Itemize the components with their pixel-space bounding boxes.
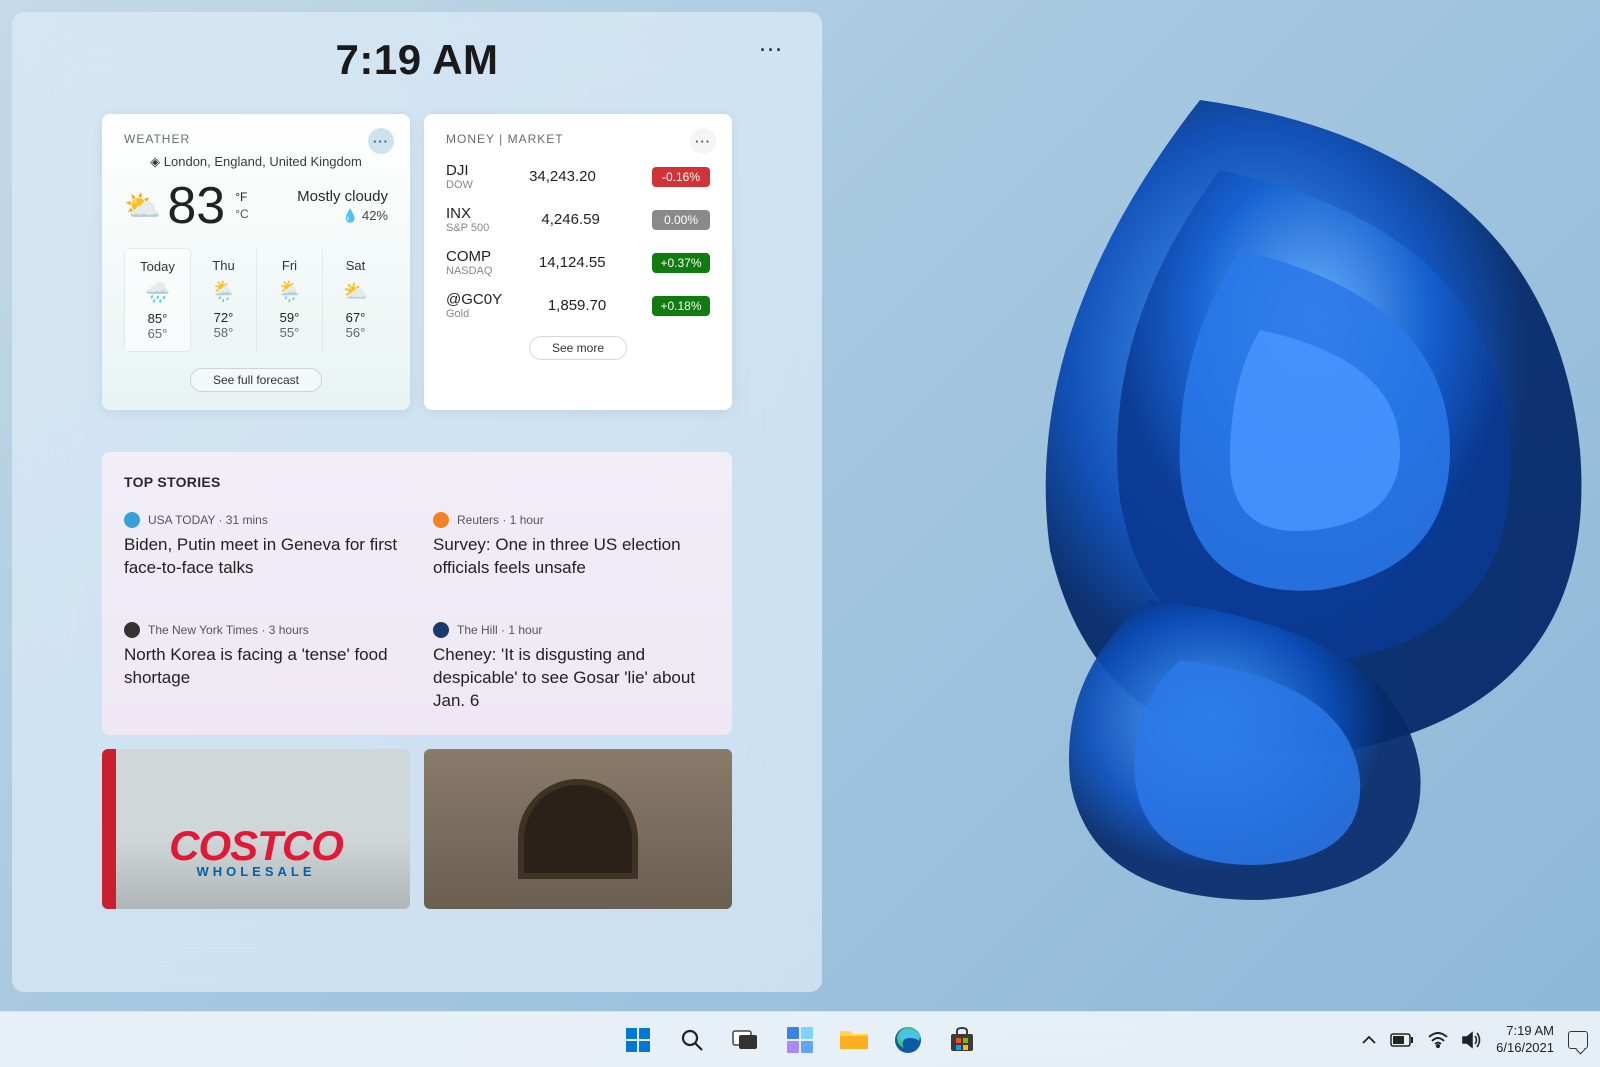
news-image-placeholder bbox=[518, 779, 638, 879]
widgets-button[interactable] bbox=[777, 1017, 823, 1063]
stock-ticker: @GC0Y bbox=[446, 291, 502, 308]
taskbar-clock[interactable]: 7:19 AM 6/16/2021 bbox=[1496, 1023, 1554, 1057]
day-weather-icon: 🌦️ bbox=[257, 279, 322, 304]
notifications-icon[interactable] bbox=[1568, 1031, 1588, 1049]
stock-change: -0.16% bbox=[652, 167, 710, 187]
stock-row[interactable]: COMPNASDAQ 14,124.55 +0.37% bbox=[446, 248, 710, 277]
weather-humidity: 💧 42% bbox=[297, 208, 388, 224]
story-source: Reuters · 1 hour bbox=[457, 513, 544, 527]
story-headline: Survey: One in three US election officia… bbox=[433, 534, 710, 580]
publisher-icon bbox=[124, 512, 140, 528]
news-story[interactable]: Reuters · 1 hour Survey: One in three US… bbox=[433, 512, 710, 580]
forecast-day[interactable]: Sat ⛅ 67° 56° bbox=[323, 248, 388, 352]
top-stories-title: TOP STORIES bbox=[124, 474, 710, 490]
stock-row[interactable]: DJIDOW 34,243.20 -0.16% bbox=[446, 162, 710, 191]
weather-temp: 83 bbox=[167, 176, 225, 236]
stock-price: 14,124.55 bbox=[539, 254, 606, 271]
stock-change: +0.37% bbox=[652, 253, 710, 273]
story-headline: Cheney: 'It is disgusting and despicable… bbox=[433, 644, 710, 713]
money-widget[interactable]: MONEY | MARKET ··· DJIDOW 34,243.20 -0.1… bbox=[424, 114, 732, 410]
stock-ticker: COMP bbox=[446, 248, 492, 265]
news-card-image[interactable]: COSTCO WHOLESALE bbox=[102, 749, 410, 909]
day-label: Fri bbox=[257, 258, 322, 273]
stock-price: 4,246.59 bbox=[541, 211, 599, 228]
money-more-button[interactable]: ··· bbox=[690, 128, 716, 154]
weather-icon: ⛅ bbox=[124, 189, 161, 224]
weather-title: WEATHER bbox=[124, 132, 388, 146]
tray-overflow-icon[interactable] bbox=[1362, 1035, 1376, 1045]
day-label: Thu bbox=[191, 258, 256, 273]
forecast-day[interactable]: Thu 🌦️ 72° 58° bbox=[191, 248, 257, 352]
weather-more-button[interactable]: ··· bbox=[368, 128, 394, 154]
story-headline: Biden, Putin meet in Geneva for first fa… bbox=[124, 534, 401, 580]
day-high: 67° bbox=[323, 310, 388, 325]
forecast-day[interactable]: Today 🌧️ 85° 65° bbox=[124, 248, 191, 352]
stock-change: 0.00% bbox=[652, 210, 710, 230]
weather-location: ◈ London, England, United Kingdom bbox=[124, 154, 388, 170]
day-weather-icon: 🌧️ bbox=[125, 280, 190, 305]
news-story[interactable]: The New York Times · 3 hours North Korea… bbox=[124, 622, 401, 713]
volume-icon[interactable] bbox=[1462, 1031, 1482, 1049]
day-low: 56° bbox=[323, 325, 388, 340]
stock-price: 1,859.70 bbox=[548, 297, 606, 314]
weather-units[interactable]: °F °C bbox=[235, 189, 248, 223]
panel-more-button[interactable]: ··· bbox=[760, 40, 784, 61]
stock-name: S&P 500 bbox=[446, 222, 489, 234]
news-card-image[interactable] bbox=[424, 749, 732, 909]
story-source: USA TODAY · 31 mins bbox=[148, 513, 268, 527]
day-low: 55° bbox=[257, 325, 322, 340]
stock-row[interactable]: INXS&P 500 4,246.59 0.00% bbox=[446, 205, 710, 234]
day-low: 65° bbox=[125, 326, 190, 341]
day-weather-icon: 🌦️ bbox=[191, 279, 256, 304]
publisher-icon bbox=[433, 512, 449, 528]
day-low: 58° bbox=[191, 325, 256, 340]
day-weather-icon: ⛅ bbox=[323, 279, 388, 304]
forecast-day[interactable]: Fri 🌦️ 59° 55° bbox=[257, 248, 323, 352]
news-story[interactable]: The Hill · 1 hour Cheney: 'It is disgust… bbox=[433, 622, 710, 713]
stock-name: Gold bbox=[446, 308, 502, 320]
stock-row[interactable]: @GC0YGold 1,859.70 +0.18% bbox=[446, 291, 710, 320]
day-high: 59° bbox=[257, 310, 322, 325]
store-button[interactable] bbox=[939, 1017, 985, 1063]
day-high: 72° bbox=[191, 310, 256, 325]
stock-price: 34,243.20 bbox=[529, 168, 596, 185]
news-story[interactable]: USA TODAY · 31 mins Biden, Putin meet in… bbox=[124, 512, 401, 580]
publisher-icon bbox=[433, 622, 449, 638]
panel-clock: 7:19 AM bbox=[36, 36, 798, 84]
taskbar-tray: 7:19 AM 6/16/2021 bbox=[1362, 1012, 1588, 1067]
taskbar-center bbox=[615, 1017, 985, 1063]
see-more-stocks-button[interactable]: See more bbox=[529, 336, 627, 360]
top-stories-widget[interactable]: TOP STORIES USA TODAY · 31 mins Biden, P… bbox=[102, 452, 732, 735]
wallpaper-bloom bbox=[700, 50, 1600, 950]
wifi-icon[interactable] bbox=[1428, 1032, 1448, 1048]
day-label: Sat bbox=[323, 258, 388, 273]
story-source: The Hill · 1 hour bbox=[457, 623, 542, 637]
see-full-forecast-button[interactable]: See full forecast bbox=[190, 368, 322, 392]
taskbar-date: 6/16/2021 bbox=[1496, 1040, 1554, 1057]
costco-sub-text: WHOLESALE bbox=[102, 864, 410, 879]
widgets-panel: ··· 7:19 AM WEATHER ··· ◈ London, Englan… bbox=[12, 12, 822, 992]
story-source: The New York Times · 3 hours bbox=[148, 623, 309, 637]
stock-name: NASDAQ bbox=[446, 265, 492, 277]
file-explorer-button[interactable] bbox=[831, 1017, 877, 1063]
stock-name: DOW bbox=[446, 179, 473, 191]
edge-button[interactable] bbox=[885, 1017, 931, 1063]
story-headline: North Korea is facing a 'tense' food sho… bbox=[124, 644, 401, 690]
publisher-icon bbox=[124, 622, 140, 638]
stock-change: +0.18% bbox=[652, 296, 710, 316]
battery-icon[interactable] bbox=[1390, 1033, 1414, 1047]
task-view-button[interactable] bbox=[723, 1017, 769, 1063]
stock-ticker: INX bbox=[446, 205, 489, 222]
weather-widget[interactable]: WEATHER ··· ◈ London, England, United Ki… bbox=[102, 114, 410, 410]
weather-condition: Mostly cloudy bbox=[297, 188, 388, 205]
taskbar-time: 7:19 AM bbox=[1496, 1023, 1554, 1040]
search-button[interactable] bbox=[669, 1017, 715, 1063]
costco-logo-text: COSTCO bbox=[102, 822, 410, 870]
day-label: Today bbox=[125, 259, 190, 274]
start-button[interactable] bbox=[615, 1017, 661, 1063]
day-high: 85° bbox=[125, 311, 190, 326]
stock-ticker: DJI bbox=[446, 162, 473, 179]
taskbar: 7:19 AM 6/16/2021 bbox=[0, 1011, 1600, 1067]
money-title: MONEY | MARKET bbox=[446, 132, 710, 146]
